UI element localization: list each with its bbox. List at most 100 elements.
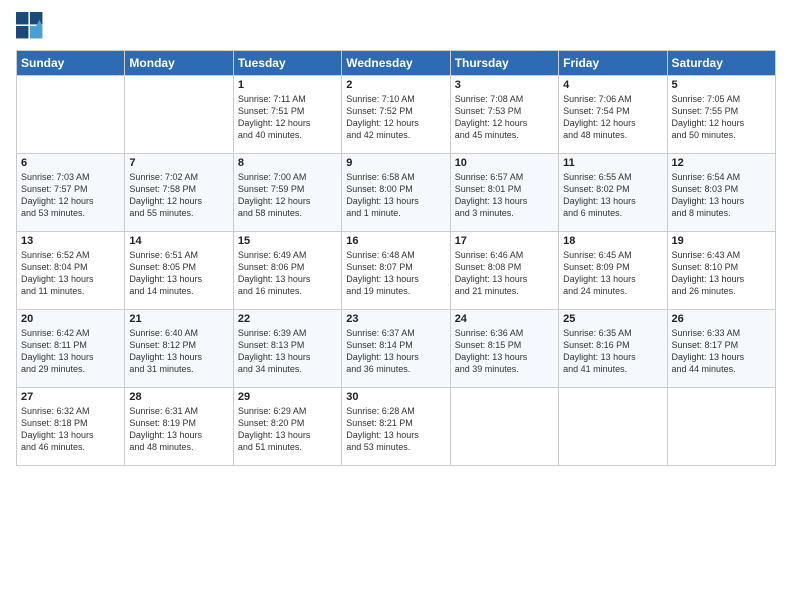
cell-info: Sunrise: 7:08 AM Sunset: 7:53 PM Dayligh… xyxy=(455,93,554,142)
calendar-cell: 25 Sunrise: 6:35 AM Sunset: 8:16 PM Dayli… xyxy=(559,310,667,388)
cell-info: Sunrise: 6:48 AM Sunset: 8:07 PM Dayligh… xyxy=(346,249,445,298)
day-number: 23 xyxy=(346,313,445,325)
cell-info: Sunrise: 7:02 AM Sunset: 7:58 PM Dayligh… xyxy=(129,171,228,220)
calendar-cell: 4 Sunrise: 7:06 AM Sunset: 7:54 PM Daylig… xyxy=(559,76,667,154)
day-number: 19 xyxy=(672,235,771,247)
cell-info: Sunrise: 7:03 AM Sunset: 7:57 PM Dayligh… xyxy=(21,171,120,220)
calendar-cell: 13 Sunrise: 6:52 AM Sunset: 8:04 PM Dayli… xyxy=(17,232,125,310)
cell-info: Sunrise: 7:05 AM Sunset: 7:55 PM Dayligh… xyxy=(672,93,771,142)
cell-info: Sunrise: 6:32 AM Sunset: 8:18 PM Dayligh… xyxy=(21,405,120,454)
calendar-table: SundayMondayTuesdayWednesdayThursdayFrid… xyxy=(16,50,776,466)
day-number: 7 xyxy=(129,157,228,169)
day-number: 16 xyxy=(346,235,445,247)
day-number: 8 xyxy=(238,157,337,169)
calendar-cell: 7 Sunrise: 7:02 AM Sunset: 7:58 PM Daylig… xyxy=(125,154,233,232)
day-header-saturday: Saturday xyxy=(667,51,775,76)
calendar-cell: 30 Sunrise: 6:28 AM Sunset: 8:21 PM Dayli… xyxy=(342,388,450,466)
day-number: 2 xyxy=(346,79,445,91)
cell-info: Sunrise: 6:35 AM Sunset: 8:16 PM Dayligh… xyxy=(563,327,662,376)
cell-info: Sunrise: 7:00 AM Sunset: 7:59 PM Dayligh… xyxy=(238,171,337,220)
day-number: 21 xyxy=(129,313,228,325)
day-number: 13 xyxy=(21,235,120,247)
calendar-cell: 27 Sunrise: 6:32 AM Sunset: 8:18 PM Dayli… xyxy=(17,388,125,466)
week-row-3: 13 Sunrise: 6:52 AM Sunset: 8:04 PM Dayli… xyxy=(17,232,776,310)
cell-info: Sunrise: 6:52 AM Sunset: 8:04 PM Dayligh… xyxy=(21,249,120,298)
calendar-cell: 20 Sunrise: 6:42 AM Sunset: 8:11 PM Dayli… xyxy=(17,310,125,388)
day-number: 1 xyxy=(238,79,337,91)
header xyxy=(16,12,776,40)
calendar-header-row: SundayMondayTuesdayWednesdayThursdayFrid… xyxy=(17,51,776,76)
calendar-cell: 2 Sunrise: 7:10 AM Sunset: 7:52 PM Daylig… xyxy=(342,76,450,154)
day-number: 14 xyxy=(129,235,228,247)
day-number: 27 xyxy=(21,391,120,403)
day-header-wednesday: Wednesday xyxy=(342,51,450,76)
calendar-cell: 23 Sunrise: 6:37 AM Sunset: 8:14 PM Dayli… xyxy=(342,310,450,388)
calendar-cell: 22Sunrise: 6:39 AM Sunset: 8:13 PM Dayli… xyxy=(233,310,341,388)
cell-info: Sunrise: 6:42 AM Sunset: 8:11 PM Dayligh… xyxy=(21,327,120,376)
cell-info: Sunrise: 7:10 AM Sunset: 7:52 PM Dayligh… xyxy=(346,93,445,142)
day-header-tuesday: Tuesday xyxy=(233,51,341,76)
calendar-cell: 10Sunrise: 6:57 AM Sunset: 8:01 PM Dayli… xyxy=(450,154,558,232)
calendar-cell xyxy=(125,76,233,154)
cell-info: Sunrise: 7:11 AM Sunset: 7:51 PM Dayligh… xyxy=(238,93,337,142)
day-number: 17 xyxy=(455,235,554,247)
cell-info: Sunrise: 6:31 AM Sunset: 8:19 PM Dayligh… xyxy=(129,405,228,454)
day-header-monday: Monday xyxy=(125,51,233,76)
cell-info: Sunrise: 6:37 AM Sunset: 8:14 PM Dayligh… xyxy=(346,327,445,376)
day-number: 20 xyxy=(21,313,120,325)
cell-info: Sunrise: 6:36 AM Sunset: 8:15 PM Dayligh… xyxy=(455,327,554,376)
logo-icon xyxy=(16,12,44,40)
cell-info: Sunrise: 7:06 AM Sunset: 7:54 PM Dayligh… xyxy=(563,93,662,142)
calendar-cell: 29 Sunrise: 6:29 AM Sunset: 8:20 PM Dayli… xyxy=(233,388,341,466)
day-number: 11 xyxy=(563,157,662,169)
calendar-cell xyxy=(450,388,558,466)
cell-info: Sunrise: 6:46 AM Sunset: 8:08 PM Dayligh… xyxy=(455,249,554,298)
week-row-5: 27 Sunrise: 6:32 AM Sunset: 8:18 PM Dayli… xyxy=(17,388,776,466)
cell-info: Sunrise: 6:29 AM Sunset: 8:20 PM Dayligh… xyxy=(238,405,337,454)
calendar-cell xyxy=(559,388,667,466)
cell-info: Sunrise: 6:57 AM Sunset: 8:01 PM Dayligh… xyxy=(455,171,554,220)
calendar-cell: 17 Sunrise: 6:46 AM Sunset: 8:08 PM Dayli… xyxy=(450,232,558,310)
calendar-cell xyxy=(17,76,125,154)
day-number: 28 xyxy=(129,391,228,403)
day-header-friday: Friday xyxy=(559,51,667,76)
day-number: 5 xyxy=(672,79,771,91)
day-number: 18 xyxy=(563,235,662,247)
calendar-cell: 12 Sunrise: 6:54 AM Sunset: 8:03 PM Dayli… xyxy=(667,154,775,232)
calendar-cell: 11 Sunrise: 6:55 AM Sunset: 8:02 PM Dayli… xyxy=(559,154,667,232)
day-number: 15 xyxy=(238,235,337,247)
cell-info: Sunrise: 6:55 AM Sunset: 8:02 PM Dayligh… xyxy=(563,171,662,220)
day-number: 25 xyxy=(563,313,662,325)
day-number: 4 xyxy=(563,79,662,91)
calendar-cell: 26Sunrise: 6:33 AM Sunset: 8:17 PM Dayli… xyxy=(667,310,775,388)
calendar-cell: 6 Sunrise: 7:03 AM Sunset: 7:57 PM Daylig… xyxy=(17,154,125,232)
calendar-cell: 16 Sunrise: 6:48 AM Sunset: 8:07 PM Dayli… xyxy=(342,232,450,310)
week-row-4: 20 Sunrise: 6:42 AM Sunset: 8:11 PM Dayli… xyxy=(17,310,776,388)
day-number: 9 xyxy=(346,157,445,169)
calendar-cell: 28 Sunrise: 6:31 AM Sunset: 8:19 PM Dayli… xyxy=(125,388,233,466)
calendar-cell: 14Sunrise: 6:51 AM Sunset: 8:05 PM Dayli… xyxy=(125,232,233,310)
cell-info: Sunrise: 6:54 AM Sunset: 8:03 PM Dayligh… xyxy=(672,171,771,220)
day-number: 30 xyxy=(346,391,445,403)
calendar-cell: 5 Sunrise: 7:05 AM Sunset: 7:55 PM Daylig… xyxy=(667,76,775,154)
calendar-cell: 1 Sunrise: 7:11 AM Sunset: 7:51 PM Daylig… xyxy=(233,76,341,154)
calendar-cell: 8 Sunrise: 7:00 AM Sunset: 7:59 PM Daylig… xyxy=(233,154,341,232)
cell-info: Sunrise: 6:40 AM Sunset: 8:12 PM Dayligh… xyxy=(129,327,228,376)
day-number: 6 xyxy=(21,157,120,169)
week-row-2: 6 Sunrise: 7:03 AM Sunset: 7:57 PM Daylig… xyxy=(17,154,776,232)
cell-info: Sunrise: 6:43 AM Sunset: 8:10 PM Dayligh… xyxy=(672,249,771,298)
day-number: 29 xyxy=(238,391,337,403)
calendar-cell: 19 Sunrise: 6:43 AM Sunset: 8:10 PM Dayli… xyxy=(667,232,775,310)
calendar-cell: 18 Sunrise: 6:45 AM Sunset: 8:09 PM Dayli… xyxy=(559,232,667,310)
day-number: 12 xyxy=(672,157,771,169)
calendar-cell: 21 Sunrise: 6:40 AM Sunset: 8:12 PM Dayli… xyxy=(125,310,233,388)
day-number: 22 xyxy=(238,313,337,325)
cell-info: Sunrise: 6:33 AM Sunset: 8:17 PM Dayligh… xyxy=(672,327,771,376)
day-header-thursday: Thursday xyxy=(450,51,558,76)
cell-info: Sunrise: 6:58 AM Sunset: 8:00 PM Dayligh… xyxy=(346,171,445,220)
logo xyxy=(16,12,48,40)
day-number: 3 xyxy=(455,79,554,91)
cell-info: Sunrise: 6:28 AM Sunset: 8:21 PM Dayligh… xyxy=(346,405,445,454)
page-container: SundayMondayTuesdayWednesdayThursdayFrid… xyxy=(0,0,792,474)
cell-info: Sunrise: 6:45 AM Sunset: 8:09 PM Dayligh… xyxy=(563,249,662,298)
